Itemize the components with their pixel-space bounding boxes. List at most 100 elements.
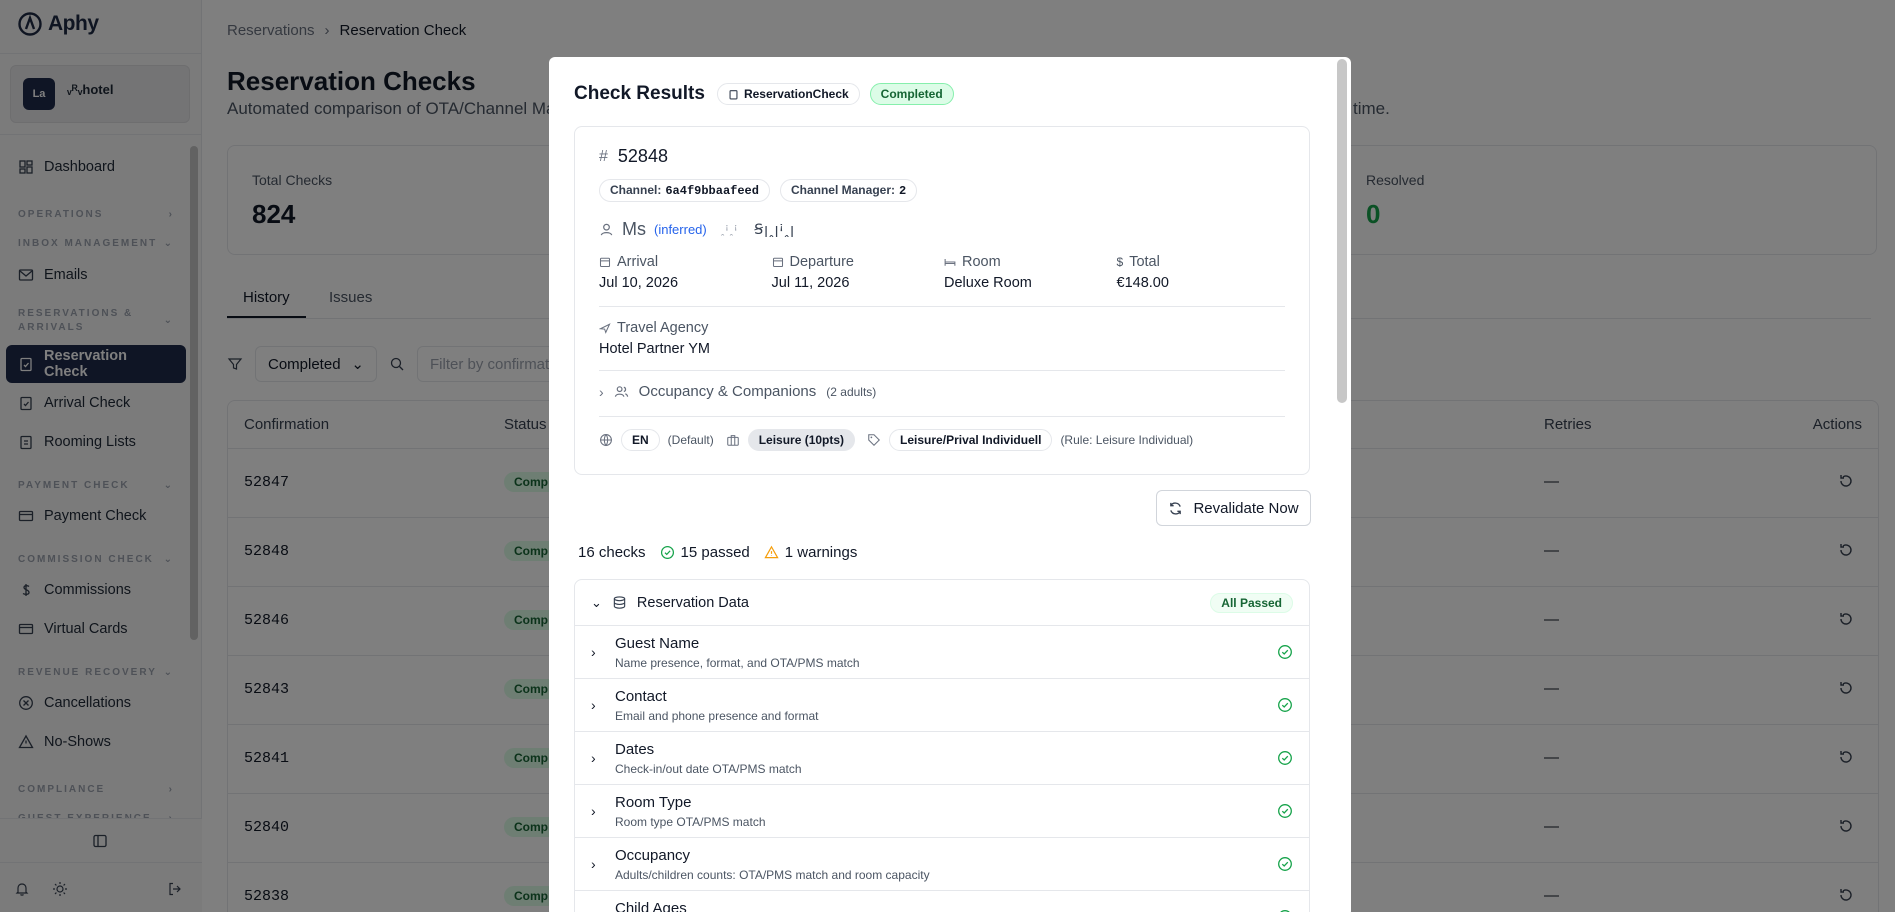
check-row[interactable]: › Occupancy Adults/children counts: OTA/PM… (575, 837, 1309, 890)
departure-value: Jul 11, 2026 (771, 275, 850, 291)
warnings-count: 1 warnings (764, 544, 858, 561)
section-toggle-reservation-data[interactable]: ⌄ Reservation Data All Passed (575, 580, 1309, 625)
database-icon (613, 596, 626, 609)
tag-icon (868, 434, 881, 446)
check-name: Contact (615, 688, 667, 705)
channel-value: 6a4f9bbaafeed (665, 184, 759, 198)
check-desc: Adults/children counts: OTA/PMS match an… (615, 868, 930, 882)
channel-chip: Channel: 6a4f9bbaafeed (599, 179, 770, 202)
room-value: Deluxe Room (944, 275, 1032, 291)
chevron-right-icon: › (591, 803, 596, 819)
passed-count: 15 passed (660, 544, 750, 561)
reservation-details: Arrival Jul 10, 2026 Departure Jul 11, 2… (599, 254, 1289, 291)
reservation-card: # 52848 Channel: 6a4f9bbaafeed Channel Ma… (574, 126, 1310, 475)
chevron-right-icon: › (591, 697, 596, 713)
check-circle-icon (1278, 698, 1292, 712)
check-circle-icon (1278, 751, 1292, 765)
section-status-badge: All Passed (1210, 593, 1293, 613)
check-row[interactable]: › Dates Check-in/out date OTA/PMS match (575, 731, 1309, 784)
room-label: Room (962, 254, 1001, 270)
modal-header: Check Results ReservationCheck Completed (574, 83, 954, 105)
meta-chips: Channel: 6a4f9bbaafeed Channel Manager: 2 (599, 179, 918, 202)
language-note: (Default) (667, 433, 714, 447)
arrival-detail: Arrival Jul 10, 2026 (599, 254, 772, 291)
check-circle-icon (660, 545, 674, 560)
users-icon (614, 386, 628, 397)
modal-title: Check Results (574, 83, 705, 104)
rule-note: (Rule: Leisure Individual) (1060, 433, 1194, 447)
revalidate-button[interactable]: Revalidate Now (1156, 490, 1311, 526)
occupancy-count: (2 adults) (826, 384, 877, 399)
occupancy-label: Occupancy & Companions (638, 383, 817, 400)
channel-manager-chip: Channel Manager: 2 (779, 179, 918, 202)
section-title: Reservation Data (636, 594, 749, 611)
checks-count: 16 checks (578, 544, 646, 561)
user-icon (600, 223, 613, 236)
guest-salutation: Ms (622, 219, 646, 239)
plane-icon (599, 323, 611, 334)
check-name: Dates (615, 741, 655, 758)
check-results-modal: Check Results ReservationCheck Completed… (549, 57, 1351, 912)
check-circle-icon (1278, 857, 1292, 871)
total-value: €148.00 (1116, 275, 1169, 291)
check-name: Child Ages (615, 900, 687, 912)
segment-tag: Leisure (10pts) (747, 429, 856, 451)
agency-value: Hotel Partner YM (599, 341, 710, 357)
guest-inferred: (inferred) (654, 222, 707, 237)
chevron-right-icon: › (591, 644, 596, 660)
guest-row: Ms (inferred) ꞈꜟꞈꜟ Ꞩꞁꞈꞁꜟꞈꞁ (599, 219, 795, 240)
refresh-icon (1170, 501, 1182, 515)
briefcase-icon (726, 435, 739, 446)
bed-icon (944, 259, 956, 266)
warning-icon (764, 545, 779, 559)
total-detail: $ Total €148.00 (1117, 254, 1290, 291)
clipboard-icon (729, 89, 738, 100)
calendar-icon (599, 257, 611, 268)
check-desc: Name presence, format, and OTA/PMS match (615, 656, 860, 670)
reservation-tags: EN (Default) Leisure (10pts) Leisure/Pri… (599, 429, 1193, 451)
cm-label: Channel Manager: (790, 183, 895, 197)
arrival-label: Arrival (617, 254, 659, 270)
reservation-id-value: 52848 (617, 146, 668, 166)
status-pill: Completed (869, 83, 954, 105)
check-desc: Room type OTA/PMS match (615, 815, 766, 829)
globe-icon (600, 434, 612, 447)
chevron-right-icon: › (591, 856, 596, 872)
check-row[interactable]: › Guest Name Name presence, format, and OT… (575, 625, 1309, 678)
chevron-right-icon: › (599, 383, 604, 400)
arrival-value: Jul 10, 2026 (599, 275, 679, 291)
dollar-icon: $ (1116, 255, 1124, 269)
check-type-pill: ReservationCheck (716, 83, 860, 105)
check-circle-icon (1278, 804, 1292, 818)
check-row[interactable]: › Contact Email and phone presence and for… (575, 678, 1309, 731)
modal-scrollbar[interactable] (1337, 59, 1347, 403)
agency-label: Travel Agency (617, 320, 709, 336)
checks-section: ⌄ Reservation Data All Passed › Guest Nam… (574, 579, 1310, 912)
calendar-icon (772, 257, 783, 268)
check-name: Guest Name (615, 635, 700, 652)
channel-label: Channel: (610, 183, 662, 197)
reservation-id: # 52848 (599, 146, 668, 167)
guest-first-name: ꞈꜟꞈꜟ (720, 223, 739, 236)
room-detail: Room Deluxe Room (944, 254, 1117, 291)
occupancy-toggle[interactable]: › Occupancy & Companions (2 adults) (599, 383, 876, 400)
rate-tag: Leisure/Prival Individuell (889, 429, 1053, 451)
chevron-right-icon: › (591, 750, 596, 766)
travel-agency: Travel Agency Hotel Partner YM (599, 320, 710, 357)
hash-icon: # (599, 147, 608, 165)
check-circle-icon (1278, 645, 1292, 659)
check-name: Room Type (615, 794, 692, 811)
check-row[interactable]: › Room Type Room type OTA/PMS match (575, 784, 1309, 837)
departure-label: Departure (789, 254, 854, 270)
cm-value: 2 (898, 184, 907, 198)
check-name: Occupancy (615, 847, 691, 864)
check-row[interactable]: ›Child Ages (575, 890, 1309, 912)
departure-detail: Departure Jul 11, 2026 (772, 254, 945, 291)
check-type-label: ReservationCheck (743, 87, 849, 101)
check-desc: Check-in/out date OTA/PMS match (615, 762, 802, 776)
warnings-label: 1 warnings (784, 544, 858, 561)
check-desc: Email and phone presence and format (615, 709, 819, 723)
chevron-down-icon: ⌄ (591, 594, 602, 610)
check-summary: 16 checks 15 passed 1 warnings (578, 544, 857, 561)
revalidate-label: Revalidate Now (1193, 499, 1299, 517)
